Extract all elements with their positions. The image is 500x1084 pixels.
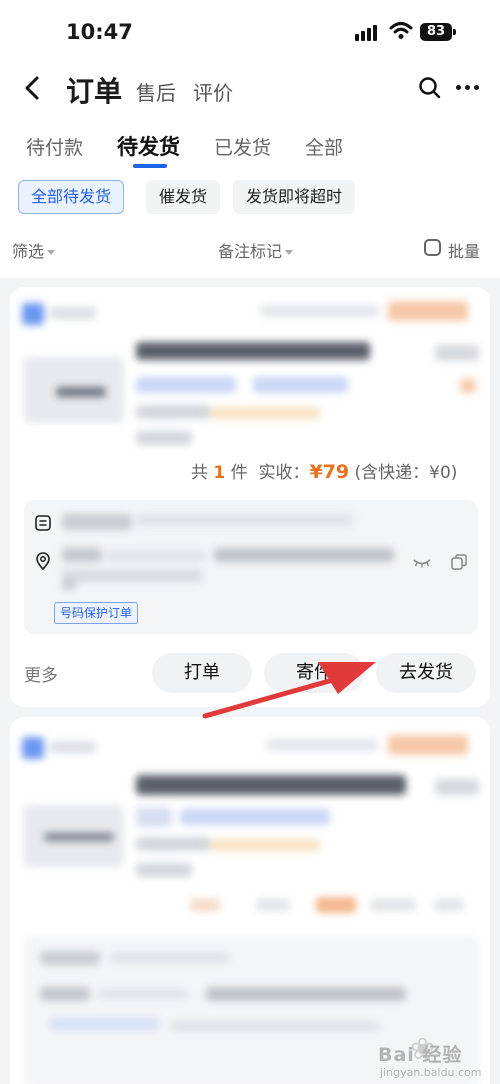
nav-bar: 订单 售后 评价	[0, 66, 500, 114]
user-card-icon	[35, 515, 51, 531]
more-options-icon[interactable]	[456, 85, 479, 90]
summary-prefix: 共	[191, 463, 208, 483]
shipping-note: (含快递：¥0)	[354, 463, 458, 483]
item-quantity: 1	[213, 463, 226, 483]
tab-shipped[interactable]: 已发货	[214, 133, 271, 160]
order-status-tabs: 待付款 待发货 已发货 全部	[0, 128, 500, 172]
blurred-order-details	[10, 287, 490, 707]
batch-label[interactable]: 批量	[448, 238, 480, 262]
chip-urge-shipment[interactable]: 催发货	[146, 180, 221, 214]
order-summary: 共 1 件 实收：¥79 (含快递：¥0)	[191, 458, 457, 483]
eye-closed-icon[interactable]	[413, 557, 431, 569]
nav-tab-after-sales[interactable]: 售后	[136, 77, 176, 106]
batch-icon[interactable]	[424, 239, 441, 256]
filter-label: 筛选	[12, 242, 45, 261]
tab-all[interactable]: 全部	[305, 133, 343, 160]
summary-unit: 件	[230, 463, 248, 483]
battery-icon: 83	[420, 23, 452, 41]
more-link[interactable]: 更多	[24, 661, 58, 686]
remark-dropdown[interactable]: 备注标记	[218, 238, 294, 262]
paid-label: 实收：	[258, 463, 310, 483]
filter-row: 筛选 备注标记 批量	[0, 232, 500, 266]
chip-all-pending[interactable]: 全部待发货	[18, 180, 125, 214]
status-bar: 10:47 83	[0, 0, 500, 66]
watermark-url: jingyan.baidu.com	[380, 1066, 482, 1079]
filter-dropdown[interactable]: 筛选	[12, 238, 56, 262]
print-order-button[interactable]: 打单	[152, 653, 252, 693]
header-panel: 10:47 83 订单 售后 评价 待付款 待发货 已发货 全部 全部待发货 催…	[0, 0, 500, 278]
paid-amount: ¥79	[309, 461, 350, 483]
privacy-protect-tag: 号码保护订单	[54, 602, 139, 624]
remark-label: 备注标记	[218, 242, 283, 261]
nav-tab-reviews[interactable]: 评价	[193, 77, 233, 106]
battery-tip	[453, 29, 456, 35]
tab-pending-payment[interactable]: 待付款	[26, 133, 83, 160]
chip-shipment-timeout[interactable]: 发货即将超时	[233, 180, 356, 214]
status-time: 10:47	[66, 20, 133, 44]
active-tab-indicator	[133, 164, 167, 168]
order-card	[10, 287, 490, 707]
tab-pending-shipment[interactable]: 待发货	[117, 131, 180, 161]
chevron-down-icon	[47, 250, 56, 255]
cellular-signal-icon	[355, 25, 377, 41]
copy-icon[interactable]	[451, 554, 467, 570]
watermark: ❀ Bai 经验 jingyan.baidu.com	[356, 1028, 496, 1080]
ship-order-button[interactable]: 去发货	[376, 653, 476, 693]
chevron-down-icon	[285, 250, 294, 255]
page-title: 订单	[66, 75, 123, 108]
wifi-icon	[389, 22, 413, 39]
search-icon[interactable]	[417, 75, 443, 101]
watermark-text: Bai 经验	[378, 1044, 463, 1066]
send-parcel-button[interactable]: 寄件	[264, 653, 364, 693]
location-pin-icon	[36, 552, 50, 570]
back-arrow-icon[interactable]	[18, 73, 48, 103]
